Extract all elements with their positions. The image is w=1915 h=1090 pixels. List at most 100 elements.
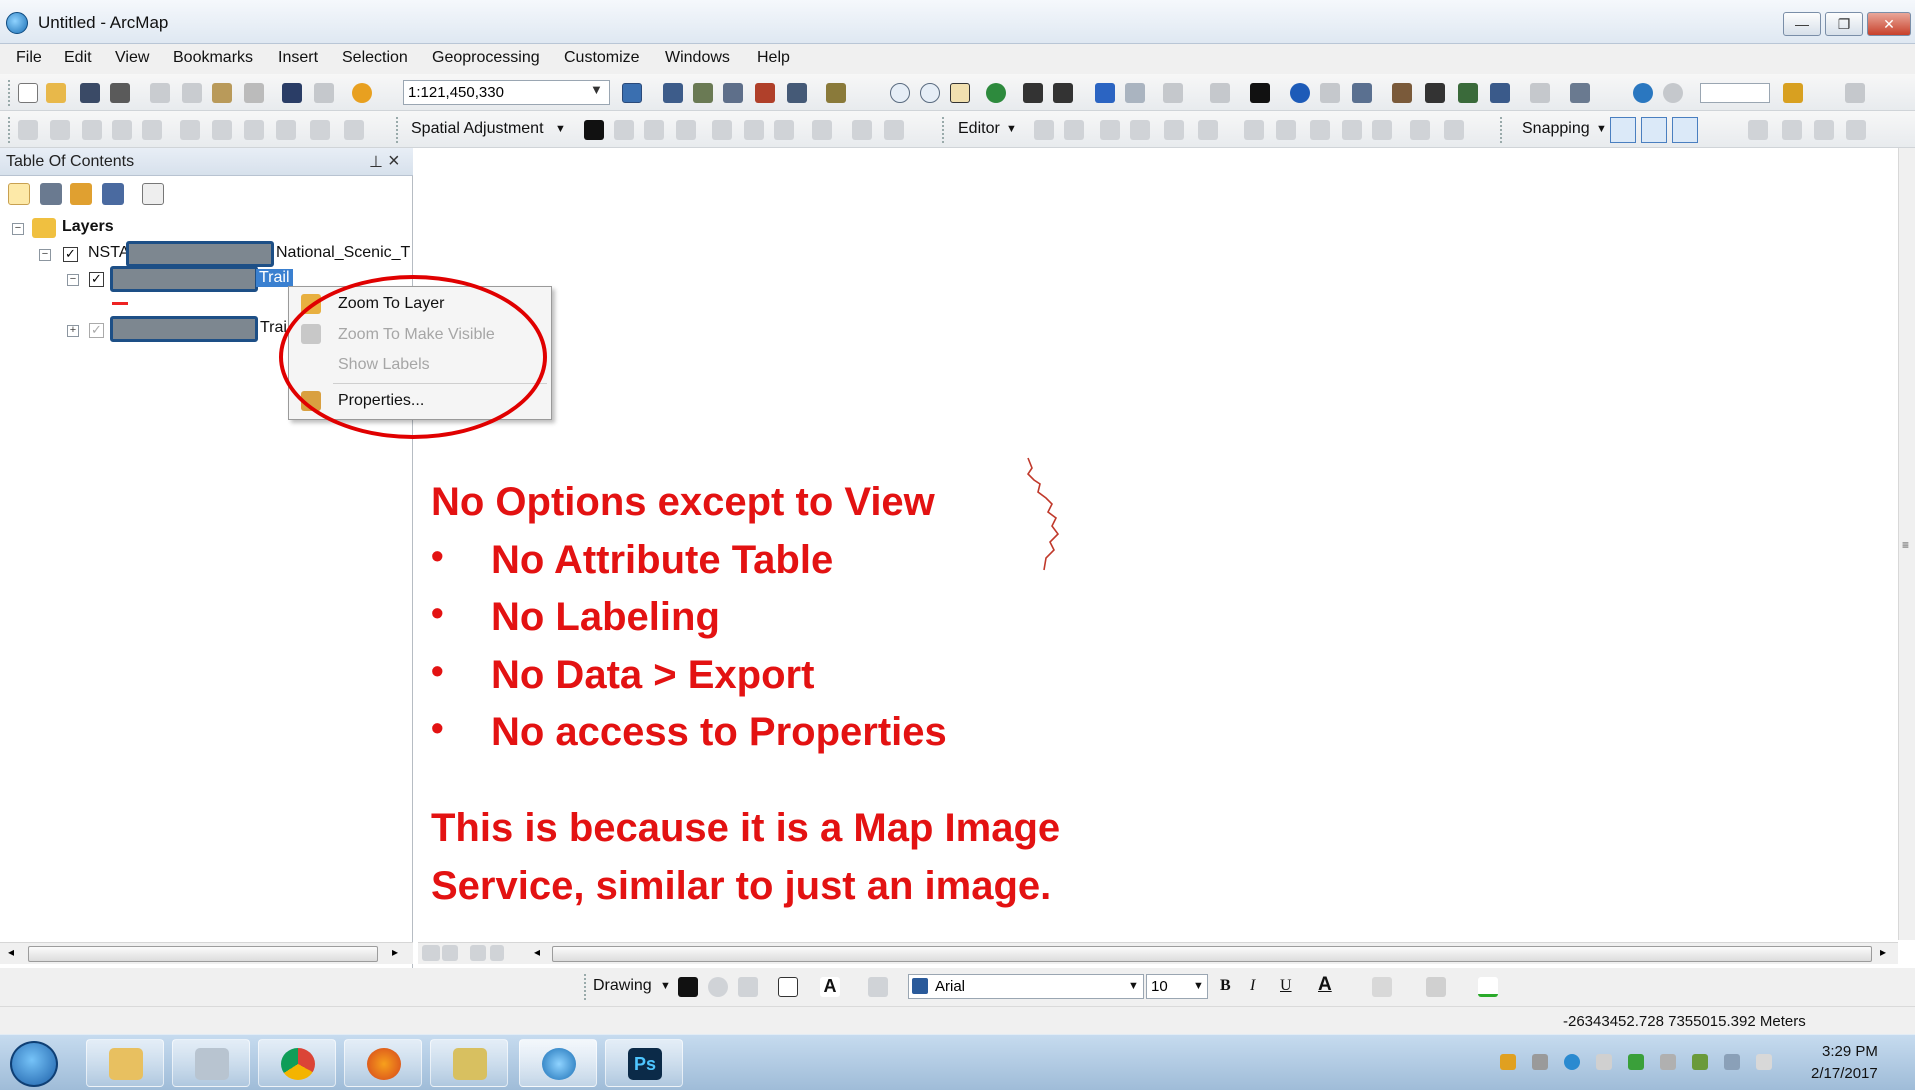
rotate-feature-icon[interactable]	[1372, 120, 1392, 140]
new-displacement-link-icon[interactable]	[614, 120, 634, 140]
model-builder-icon[interactable]	[826, 83, 846, 103]
chevron-down-icon[interactable]: ▼	[660, 980, 671, 992]
scroll-thumb[interactable]	[552, 946, 1872, 962]
scroll-right-icon[interactable]: ▸	[392, 945, 398, 959]
create-viewer-icon[interactable]	[1570, 83, 1590, 103]
fix-topology-icon[interactable]	[276, 120, 296, 140]
chevron-down-icon[interactable]: ▼	[555, 123, 566, 135]
limited-adjustment-icon[interactable]	[744, 120, 764, 140]
snapping-menu[interactable]: Snapping	[1522, 120, 1590, 138]
split-icon[interactable]	[1342, 120, 1362, 140]
taskbar-photoshop[interactable]: Ps	[605, 1039, 683, 1087]
search-window-icon[interactable]	[723, 83, 743, 103]
time-slider-icon[interactable]	[1530, 83, 1550, 103]
chevron-down-icon[interactable]: ▼	[1596, 123, 1607, 135]
control-points-icon[interactable]	[112, 120, 132, 140]
taskbar-arccatalog[interactable]	[430, 1039, 508, 1087]
sketch-properties-icon[interactable]	[1444, 120, 1464, 140]
menu-help[interactable]: Help	[757, 49, 790, 67]
map-horizontal-scrollbar[interactable]: ◂ ▸	[418, 942, 1898, 964]
back-arrow-icon[interactable]	[1095, 83, 1115, 103]
menu-edit[interactable]: Edit	[64, 49, 92, 67]
zoom-in-icon[interactable]	[890, 83, 910, 103]
menu-view[interactable]: View	[115, 49, 149, 67]
toolbar-grip[interactable]	[8, 80, 12, 106]
chevron-down-icon[interactable]: ▼	[1193, 980, 1204, 992]
menu-geoprocessing[interactable]: Geoprocessing	[432, 49, 540, 67]
cut-icon[interactable]	[150, 83, 170, 103]
paste-icon[interactable]	[212, 83, 232, 103]
refresh-icon[interactable]	[470, 945, 486, 961]
edge-match-icon[interactable]	[884, 120, 904, 140]
arcgis-online-icon[interactable]	[1633, 83, 1653, 103]
shared-features-icon[interactable]	[244, 120, 264, 140]
bold-button[interactable]: B	[1220, 977, 1231, 995]
go-to-xy-icon[interactable]	[1490, 83, 1510, 103]
edit-vertices-icon[interactable]	[1244, 120, 1264, 140]
scroll-left-icon[interactable]: ◂	[534, 945, 540, 959]
scroll-left-icon[interactable]: ◂	[8, 945, 14, 959]
marker-color-icon[interactable]	[1478, 977, 1498, 997]
fill-color-icon[interactable]	[1372, 977, 1392, 997]
start-button[interactable]	[10, 1041, 58, 1087]
georef-links-icon[interactable]	[1846, 120, 1866, 140]
tray-display-icon[interactable]	[1724, 1054, 1740, 1070]
chevron-down-icon[interactable]: ▼	[1006, 123, 1017, 135]
chevron-down-icon[interactable]: ▼	[590, 82, 603, 97]
spatial-adjustment-menu[interactable]: Spatial Adjustment	[411, 120, 544, 138]
modify-link-icon[interactable]	[644, 120, 664, 140]
list-by-drawing-order-icon[interactable]	[8, 183, 30, 205]
taskbar-explorer[interactable]	[86, 1039, 164, 1087]
menu-selection[interactable]: Selection	[342, 49, 408, 67]
close-icon[interactable]: ×	[388, 150, 400, 173]
drawing-menu[interactable]: Drawing	[593, 977, 652, 995]
editor-menu[interactable]: Editor	[958, 120, 1000, 138]
layer-dropdown[interactable]	[1700, 83, 1770, 103]
toolbar-grip[interactable]	[1500, 117, 1504, 143]
taskbar-firefox[interactable]	[344, 1039, 422, 1087]
arcgis-online-disabled-icon[interactable]	[1663, 83, 1683, 103]
toolbar-grip[interactable]	[942, 117, 946, 143]
pin-icon[interactable]: ⊥	[369, 152, 383, 172]
layer-name-prefix[interactable]: NSTA	[88, 244, 129, 262]
link-table-icon[interactable]	[142, 120, 162, 140]
select-adjustment-icon[interactable]	[584, 120, 604, 140]
menu-customize[interactable]: Customize	[564, 49, 640, 67]
point-icon[interactable]	[1198, 120, 1218, 140]
catalog-icon[interactable]	[693, 83, 713, 103]
print-icon[interactable]	[110, 83, 130, 103]
selected-sublayer-label[interactable]: Trail	[256, 269, 293, 287]
tray-update-icon[interactable]	[1564, 1054, 1580, 1070]
reshape-icon[interactable]	[1276, 120, 1296, 140]
expand-sublayer-icon[interactable]: +	[67, 325, 79, 337]
zoom-to-elements-icon[interactable]	[738, 977, 758, 997]
rotate-icon[interactable]	[82, 120, 102, 140]
tray-flag-icon[interactable]	[1596, 1054, 1612, 1070]
list-by-visibility-icon[interactable]	[70, 183, 92, 205]
clear-limit-icon[interactable]	[774, 120, 794, 140]
undo-icon[interactable]	[282, 83, 302, 103]
measure-icon[interactable]	[1392, 83, 1412, 103]
edit-tool-icon[interactable]	[1034, 120, 1054, 140]
edit-vertices-icon[interactable]	[868, 977, 888, 997]
pause-drawing-icon[interactable]	[490, 945, 504, 961]
scroll-thumb[interactable]	[28, 946, 378, 962]
straight-segment-icon[interactable]	[1100, 120, 1120, 140]
taskbar-calculator[interactable]	[172, 1039, 250, 1087]
forward-arrow-icon[interactable]	[1125, 83, 1145, 103]
attributes-icon[interactable]	[1410, 120, 1430, 140]
clear-selection-icon[interactable]	[1210, 83, 1230, 103]
menu-bookmarks[interactable]: Bookmarks	[173, 49, 253, 67]
chevron-down-icon[interactable]: ▼	[1128, 980, 1139, 992]
topology-errors-icon[interactable]	[310, 120, 330, 140]
sublayer-visibility-checkbox[interactable]: ✓	[89, 323, 104, 338]
toolbox-icon[interactable]	[755, 83, 775, 103]
edit-annotation-icon[interactable]	[1064, 120, 1084, 140]
rectangle-tool-icon[interactable]	[778, 977, 798, 997]
overflow-tools-icon[interactable]	[1845, 83, 1865, 103]
clock-date[interactable]: 2/17/2017	[1811, 1065, 1878, 1082]
toolbar-grip[interactable]	[584, 974, 588, 1000]
collapse-layers-icon[interactable]: −	[12, 223, 24, 235]
line-color-icon[interactable]	[1426, 977, 1446, 997]
trace-icon[interactable]	[1164, 120, 1184, 140]
